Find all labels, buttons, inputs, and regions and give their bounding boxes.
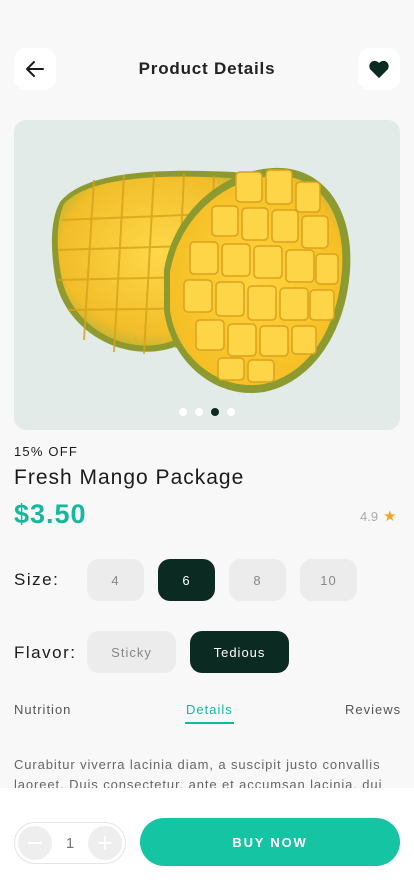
quantity-value: 1: [65, 835, 75, 852]
size-option-6[interactable]: 6: [158, 559, 215, 601]
top-bar: Product Details: [0, 48, 414, 90]
plus-icon: [98, 836, 112, 850]
buy-now-button[interactable]: BUY NOW: [140, 818, 400, 866]
flavor-option-tedious[interactable]: Tedious: [190, 631, 289, 673]
flavor-option-sticky[interactable]: Sticky: [87, 631, 176, 673]
tab-nutrition[interactable]: Nutrition: [14, 702, 71, 717]
carousel-dot[interactable]: [179, 408, 187, 416]
purchase-bar: 1 BUY NOW: [0, 788, 414, 896]
mango-image: [51, 167, 351, 394]
product-price: $3.50: [14, 499, 87, 529]
star-icon: ★: [383, 508, 397, 525]
size-option-4[interactable]: 4: [87, 559, 144, 601]
size-option-8[interactable]: 8: [229, 559, 286, 601]
flavor-label: Flavor:: [14, 643, 77, 662]
size-label: Size:: [14, 570, 60, 589]
detail-tabs: Nutrition Details Reviews: [0, 700, 414, 730]
increase-quantity-button[interactable]: [88, 826, 122, 860]
page-title: Product Details: [138, 59, 276, 78]
minus-icon: [28, 842, 42, 844]
discount-label: 15% OFF: [14, 444, 79, 459]
product-image-carousel[interactable]: [14, 120, 400, 430]
tab-reviews[interactable]: Reviews: [345, 702, 401, 717]
product-name: Fresh Mango Package: [14, 466, 245, 489]
favorite-button[interactable]: [358, 48, 400, 90]
active-tab-indicator: [185, 722, 234, 724]
heart-icon: [369, 60, 389, 79]
carousel-dot[interactable]: [227, 408, 235, 416]
product-rating: 4.9 ★: [360, 507, 397, 525]
decrease-quantity-button[interactable]: [18, 826, 52, 860]
carousel-dot[interactable]: [195, 408, 203, 416]
carousel-dot-active[interactable]: [211, 408, 219, 416]
quantity-stepper: 1: [14, 822, 126, 864]
size-option-10[interactable]: 10: [300, 559, 357, 601]
rating-value: 4.9: [360, 508, 379, 524]
carousel-indicator: [14, 408, 400, 416]
tab-details[interactable]: Details: [186, 702, 233, 717]
